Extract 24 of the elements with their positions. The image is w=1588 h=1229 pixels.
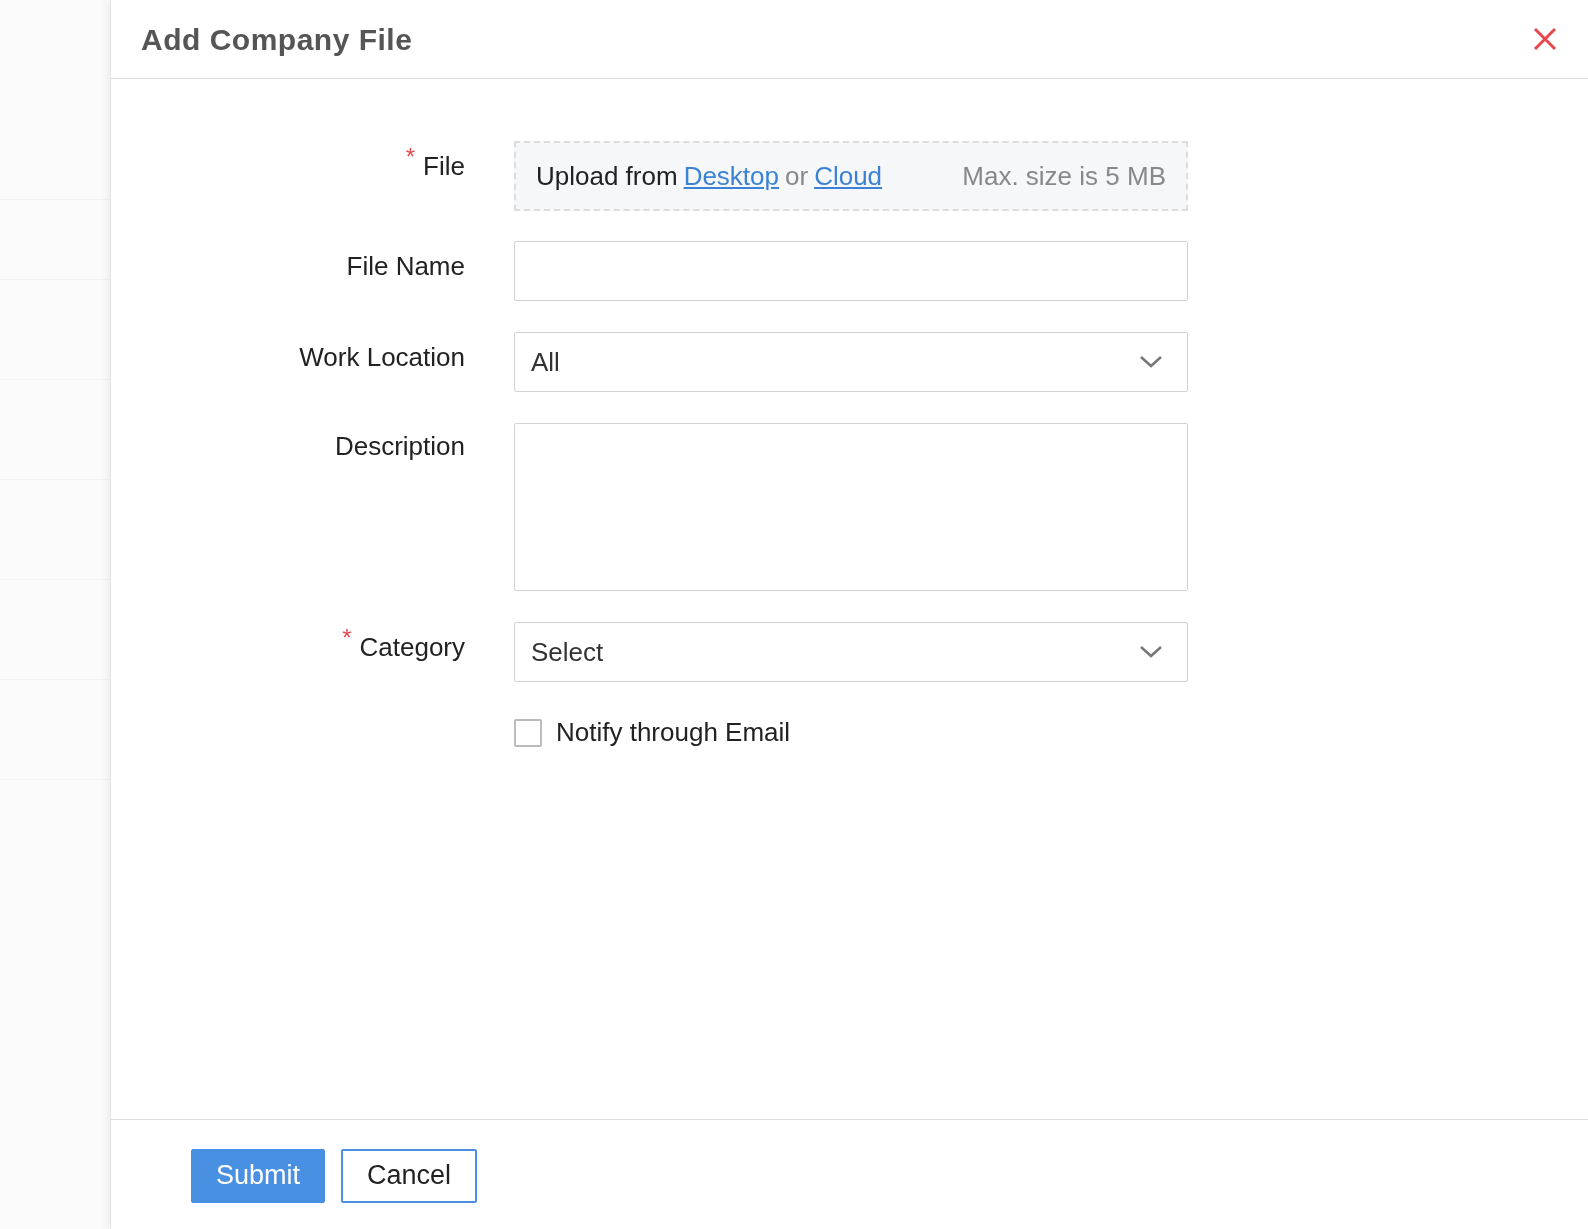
cloud-link[interactable]: Cloud xyxy=(814,156,883,196)
chevron-down-icon xyxy=(1139,355,1163,369)
cancel-button[interactable]: Cancel xyxy=(341,1148,478,1203)
dialog-title: Add Company File xyxy=(141,21,413,58)
required-asterisk: * xyxy=(342,626,352,650)
upload-area[interactable]: Upload from Desktop or Cloud Max. size is 5 MB xyxy=(514,141,1188,211)
checkbox[interactable] xyxy=(514,718,542,747)
chevron-down-icon xyxy=(1139,645,1163,659)
category-dropdown[interactable]: Select xyxy=(514,622,1188,682)
required-asterisk: * xyxy=(405,145,416,169)
field-label: File xyxy=(423,153,465,179)
checkbox-label: Notify through Email xyxy=(556,716,791,749)
desktop-link[interactable]: Desktop xyxy=(683,156,779,196)
field-label: Work Location xyxy=(299,344,465,370)
work-location-dropdown[interactable]: All xyxy=(514,332,1188,392)
separator-text: or xyxy=(785,159,809,193)
field-label: File Name xyxy=(346,253,465,279)
close-icon xyxy=(1533,27,1557,51)
text-input-field[interactable] xyxy=(514,241,1188,301)
description-textarea[interactable] xyxy=(514,423,1188,591)
field-label: Category xyxy=(359,634,465,660)
upload-label: Upload from xyxy=(536,159,678,193)
size-hint: Max. size is 5 MB xyxy=(962,159,1166,193)
field-label: Description xyxy=(334,433,465,459)
